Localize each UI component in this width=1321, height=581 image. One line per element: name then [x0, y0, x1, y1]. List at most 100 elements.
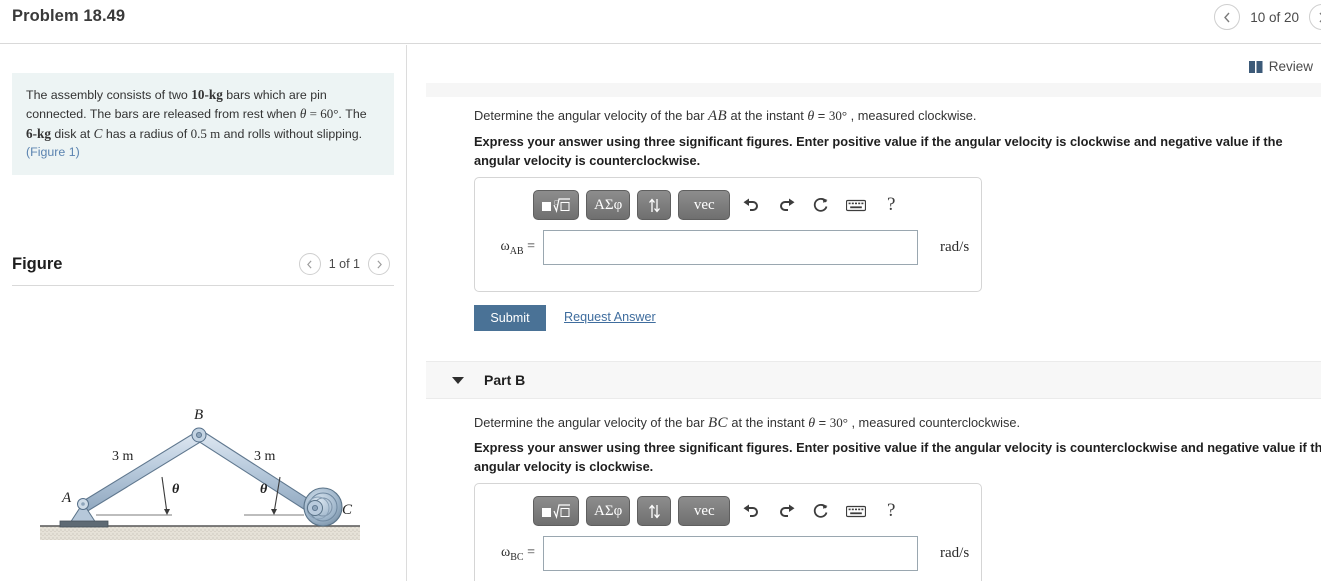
part-a-question: Determine the angular velocity of the ba…: [474, 106, 1304, 128]
chevron-left-icon: [1224, 12, 1230, 22]
arrows-button[interactable]: [637, 496, 672, 526]
statement-mass-2: 6-kg: [26, 125, 51, 141]
arrows-button[interactable]: [637, 190, 672, 220]
greek-letters-button[interactable]: ΑΣφ: [586, 496, 631, 526]
redo-icon: [779, 198, 795, 211]
statement-text-6: and rolls without slipping.: [220, 126, 363, 141]
chevron-right-icon: [376, 259, 382, 269]
keyboard-icon: [846, 505, 867, 517]
sqrt-template-icon: [542, 503, 570, 519]
redo-icon: [779, 504, 795, 517]
figure-divider: [12, 285, 394, 286]
reset-button[interactable]: [807, 191, 835, 219]
part-b-answer-row: ωBC = rad/s: [475, 536, 981, 571]
keyboard-button[interactable]: [842, 191, 870, 219]
part-a-answer-symbol: ωAB =: [475, 239, 543, 257]
next-problem-button[interactable]: [1309, 4, 1321, 30]
statement-text-4: disk at: [50, 126, 94, 141]
statement-text-1: The assembly consists of two: [26, 88, 192, 102]
reset-button[interactable]: [807, 497, 835, 525]
part-a-question-text-1: Determine the angular velocity of the ba…: [474, 108, 709, 123]
greek-letters-button[interactable]: ΑΣφ: [586, 190, 631, 220]
pin-joint-b: [191, 427, 207, 443]
caret-down-icon: [452, 376, 464, 384]
part-b-math-toolbar: ΑΣφ vec ?: [533, 496, 905, 526]
part-a-subscript: AB: [509, 245, 524, 257]
review-button[interactable]: Review: [1248, 59, 1313, 74]
up-down-arrow-icon: [649, 503, 661, 519]
part-a-unit-label: rad/s: [940, 239, 970, 255]
vector-button[interactable]: vec: [678, 190, 731, 220]
part-b-unit-label: rad/s: [940, 545, 970, 561]
part-a-submit-button[interactable]: Submit: [474, 305, 546, 331]
figure-prev-button[interactable]: [298, 253, 321, 275]
part-a-equals: =: [814, 108, 829, 123]
vector-button[interactable]: vec: [678, 496, 731, 526]
statement-text-5: has a radius of: [102, 126, 191, 141]
figure-next-button[interactable]: [368, 253, 390, 275]
part-b-subscript: BC: [510, 551, 524, 563]
prev-problem-button[interactable]: [1214, 4, 1241, 30]
page-title: Problem 18.49: [12, 7, 126, 25]
part-a-instruction: Express your answer using three signific…: [474, 134, 1283, 168]
part-b-answer-box: ΑΣφ vec ? ωBC = rad/s: [474, 483, 982, 581]
problem-pager-label: 10 of 20: [1250, 9, 1299, 25]
redo-button[interactable]: [772, 191, 800, 219]
part-b-answer-input[interactable]: [543, 536, 918, 571]
chevron-left-icon: [307, 259, 312, 269]
part-b-label: Part B: [484, 372, 526, 388]
right-panel: Review Determine the angular velocity of…: [408, 45, 1321, 581]
bar-bc: [197, 431, 317, 514]
part-b-question-text-2: at the instant: [727, 415, 809, 430]
figure-label-c: C: [342, 502, 353, 518]
part-b-instruction: Express your answer using three signific…: [474, 440, 1321, 474]
reset-icon: [814, 503, 828, 518]
part-b-answer-symbol: ωBC =: [475, 545, 543, 563]
part-a-header-strip[interactable]: [426, 83, 1321, 97]
top-bar: Problem 18.49 10 of 20: [0, 0, 1321, 44]
left-panel: The assembly consists of two 10-kg bars …: [0, 45, 407, 581]
problem-page: Problem 18.49 10 of 20 The assembly cons…: [0, 0, 1321, 581]
part-b-header[interactable]: Part B: [426, 361, 1321, 399]
statement-text-3: . The: [338, 107, 367, 122]
statement-equals: =: [306, 106, 321, 122]
part-b-equals: =: [815, 415, 830, 430]
part-a-question-text-3: , measured clockwise.: [847, 108, 977, 123]
figure-title: Figure: [12, 255, 63, 273]
figure-length-right: 3 m: [254, 449, 276, 464]
part-a-angle: 30°: [828, 108, 848, 123]
statement-angle: 60°: [320, 106, 339, 122]
figure-image: B A C 3 m 3 m θ θ: [12, 297, 394, 557]
figure-pager: 1 of 1: [298, 253, 390, 275]
part-a-answer-input[interactable]: [543, 230, 918, 265]
problem-statement: The assembly consists of two 10-kg bars …: [12, 73, 394, 176]
figure-link[interactable]: (Figure 1): [26, 145, 80, 159]
math-template-button[interactable]: [533, 496, 579, 526]
part-b-equals-sign: =: [527, 544, 535, 560]
help-button[interactable]: ?: [877, 191, 905, 219]
part-a-answer-row: ωAB = rad/s: [475, 230, 981, 265]
sqrt-template-icon: ◻: [542, 197, 570, 213]
part-a-equals-sign: =: [527, 238, 535, 254]
part-a-math-toolbar: ◻ ΑΣφ vec ?: [533, 190, 905, 220]
undo-button[interactable]: [737, 191, 765, 219]
part-a-bar-label: AB: [708, 108, 727, 124]
part-b-omega: ω: [501, 544, 511, 560]
keyboard-icon: [846, 199, 867, 211]
figure-angle-right: θ: [260, 482, 268, 497]
help-button[interactable]: ?: [877, 497, 905, 525]
math-template-button[interactable]: ◻: [533, 190, 579, 220]
part-b-angle: 30°: [829, 415, 848, 430]
keyboard-button[interactable]: [842, 497, 870, 525]
angle-arrow-left: [161, 476, 168, 514]
part-a-request-answer-link[interactable]: Request Answer: [564, 310, 656, 324]
part-a-answer-box: ◻ ΑΣφ vec ? ωAB = rad/s: [474, 177, 982, 292]
part-b-question: Determine the angular velocity of the ba…: [474, 413, 1314, 435]
statement-mass-1: 10-kg: [191, 87, 223, 102]
problem-pager: 10 of 20: [1214, 4, 1321, 30]
undo-button[interactable]: [737, 497, 765, 525]
part-b-question-text-1: Determine the angular velocity of the ba…: [474, 415, 709, 430]
redo-button[interactable]: [772, 497, 800, 525]
up-down-arrow-icon: [649, 197, 661, 213]
undo-icon: [743, 198, 758, 211]
